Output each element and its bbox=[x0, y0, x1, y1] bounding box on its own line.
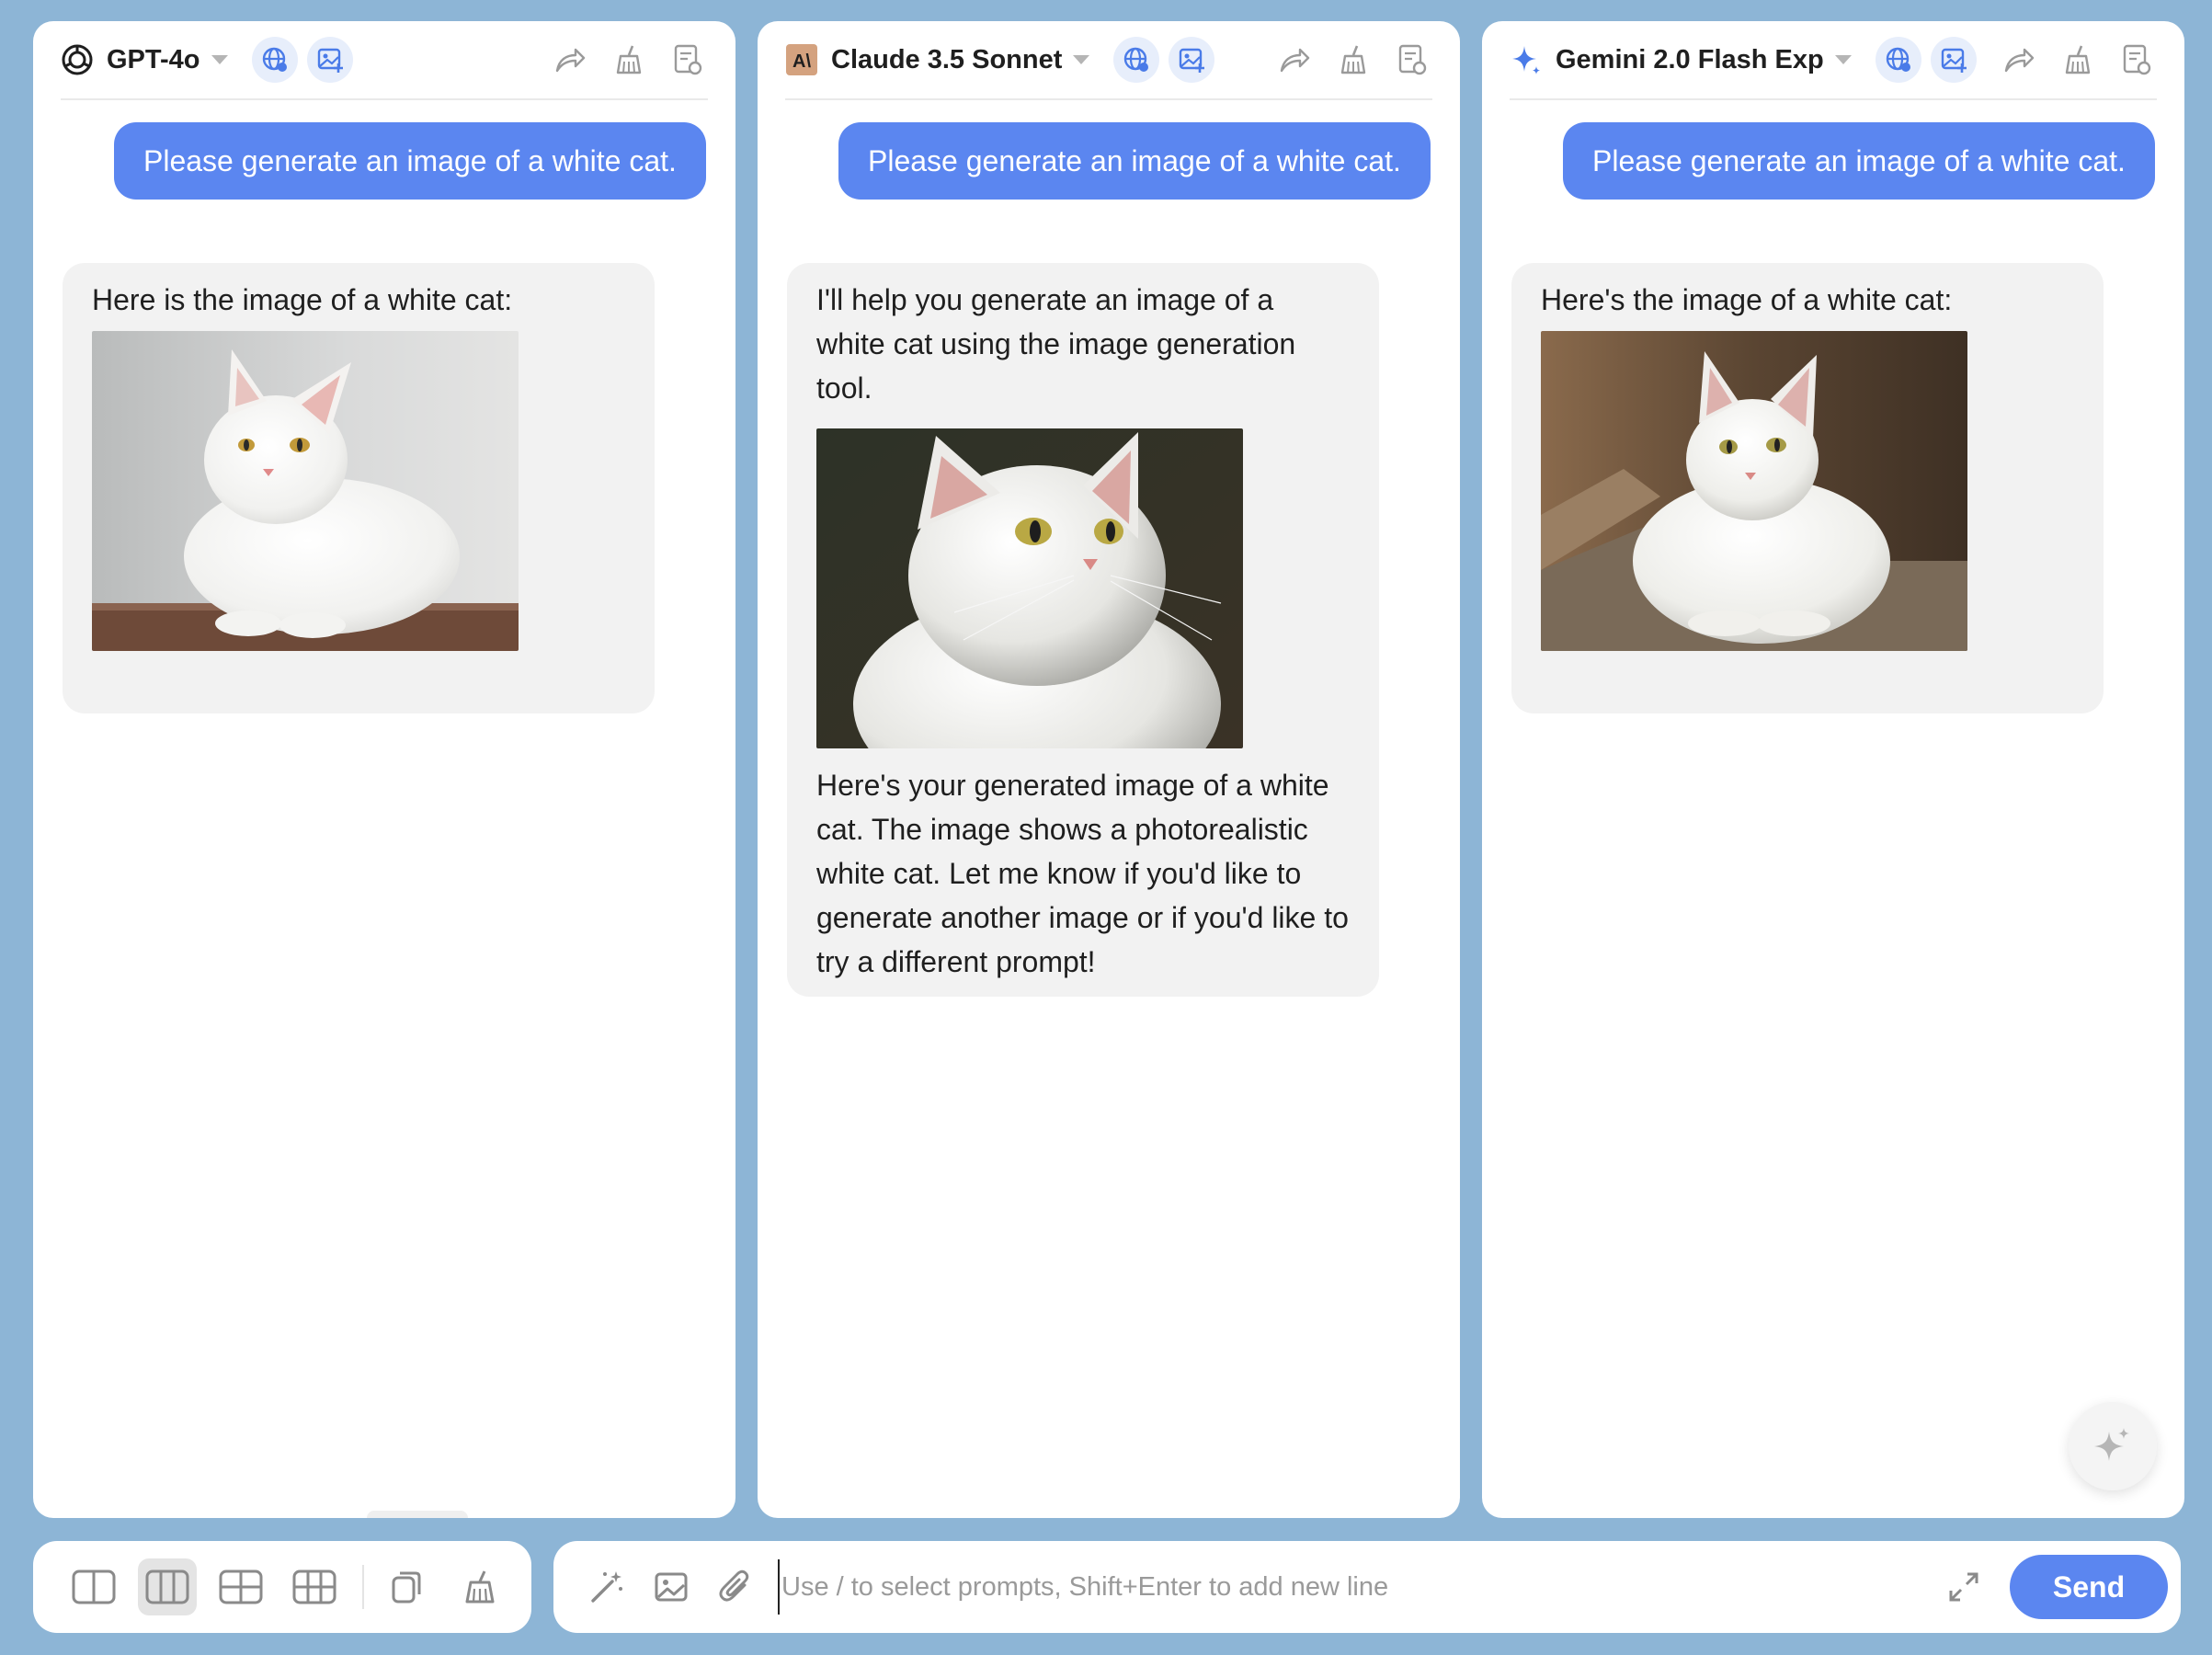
duplicate-button[interactable] bbox=[377, 1558, 436, 1615]
user-message: Please generate an image of a white cat. bbox=[838, 122, 1431, 200]
upload-image-button[interactable] bbox=[649, 1565, 693, 1609]
clear-chat-button[interactable] bbox=[1333, 40, 1374, 80]
clear-all-button[interactable] bbox=[450, 1558, 509, 1615]
magic-wand-icon bbox=[588, 1569, 625, 1605]
globe-icon bbox=[1123, 46, 1150, 74]
prompt-input[interactable] bbox=[778, 1559, 1940, 1615]
openai-logo-icon bbox=[61, 43, 94, 76]
broom-icon bbox=[1337, 43, 1370, 76]
document-settings-icon bbox=[1397, 43, 1428, 76]
gemini-sparkle-icon bbox=[1510, 43, 1543, 76]
layout-two-column-button[interactable] bbox=[64, 1558, 123, 1615]
image-generation-toggle-button[interactable] bbox=[306, 37, 353, 83]
prompt-magic-button[interactable] bbox=[585, 1565, 629, 1609]
assistant-message-text: Here is the image of a white cat: bbox=[92, 283, 513, 316]
chat-settings-button[interactable] bbox=[2116, 40, 2157, 80]
generated-cat-image[interactable] bbox=[1541, 331, 1967, 651]
globe-icon bbox=[261, 46, 289, 74]
panel-header: GPT-4o bbox=[61, 21, 708, 100]
layout-three-column-button[interactable] bbox=[138, 1558, 197, 1615]
web-search-toggle-button[interactable] bbox=[1113, 37, 1160, 83]
panel-header: Gemini 2.0 Flash Exp bbox=[1510, 21, 2157, 100]
chevron-down-icon[interactable] bbox=[211, 55, 228, 64]
web-search-toggle-button[interactable] bbox=[251, 37, 298, 83]
document-settings-icon bbox=[2121, 43, 2152, 76]
anthropic-logo-icon: A\ bbox=[785, 43, 818, 76]
assistant-message: Here's the image of a white cat: bbox=[1511, 263, 2104, 713]
share-button[interactable] bbox=[550, 40, 590, 80]
image-icon bbox=[653, 1569, 690, 1605]
chat-panel-claude: A\ Claude 3.5 Sonnet Please generate an … bbox=[758, 21, 1460, 1518]
broom-icon bbox=[2061, 43, 2094, 76]
share-button[interactable] bbox=[1999, 40, 2039, 80]
expand-icon bbox=[1945, 1569, 1982, 1605]
assistant-message-text: I'll help you generate an image of a whi… bbox=[816, 283, 1296, 405]
generated-cat-image[interactable] bbox=[816, 428, 1243, 748]
globe-icon bbox=[1885, 46, 1912, 74]
image-plus-icon bbox=[1940, 46, 1967, 74]
three-column-layout-icon bbox=[145, 1569, 189, 1605]
message-composer: Send bbox=[553, 1541, 2181, 1633]
web-search-toggle-button[interactable] bbox=[1875, 37, 1921, 83]
chat-settings-button[interactable] bbox=[667, 40, 708, 80]
share-button[interactable] bbox=[1274, 40, 1315, 80]
clear-chat-button[interactable] bbox=[609, 40, 649, 80]
share-arrow-icon bbox=[553, 45, 587, 74]
layout-grid-3x2-button[interactable] bbox=[285, 1558, 344, 1615]
share-arrow-icon bbox=[1278, 45, 1311, 74]
generated-cat-image[interactable] bbox=[92, 331, 519, 651]
send-button[interactable]: Send bbox=[2010, 1555, 2168, 1619]
share-arrow-icon bbox=[2002, 45, 2035, 74]
broom-icon bbox=[462, 1569, 498, 1605]
image-generation-toggle-button[interactable] bbox=[1930, 37, 1977, 83]
model-selector[interactable]: Claude 3.5 Sonnet bbox=[831, 45, 1062, 75]
user-message: Please generate an image of a white cat. bbox=[1563, 122, 2155, 200]
two-column-layout-icon bbox=[72, 1569, 116, 1605]
panel-header: A\ Claude 3.5 Sonnet bbox=[785, 21, 1432, 100]
image-plus-icon bbox=[1178, 46, 1205, 74]
assistant-message: Here is the image of a white cat: bbox=[63, 263, 655, 713]
user-message: Please generate an image of a white cat. bbox=[114, 122, 706, 200]
chevron-down-icon[interactable] bbox=[1834, 55, 1852, 64]
collapse-toggle-button[interactable] bbox=[367, 1511, 468, 1518]
layout-grid-2x2-button[interactable] bbox=[211, 1558, 270, 1615]
chat-panel-gpt4o: GPT-4o Please generate an image of a whi… bbox=[33, 21, 735, 1518]
chat-settings-button[interactable] bbox=[1392, 40, 1432, 80]
grid-3x2-layout-icon bbox=[292, 1569, 336, 1605]
broom-icon bbox=[612, 43, 645, 76]
paperclip-icon bbox=[717, 1569, 754, 1605]
image-generation-toggle-button[interactable] bbox=[1169, 37, 1215, 83]
clear-chat-button[interactable] bbox=[2058, 40, 2098, 80]
chevron-down-icon[interactable] bbox=[1073, 55, 1090, 64]
grid-2x2-layout-icon bbox=[219, 1569, 263, 1605]
model-selector[interactable]: GPT-4o bbox=[107, 45, 200, 75]
model-selector[interactable]: Gemini 2.0 Flash Exp bbox=[1556, 45, 1824, 75]
assistant-message-followup: Here's your generated image of a white c… bbox=[816, 769, 1349, 978]
svg-text:A\: A\ bbox=[792, 51, 811, 72]
image-plus-icon bbox=[316, 46, 344, 74]
assistant-message: I'll help you generate an image of a whi… bbox=[787, 263, 1379, 997]
chat-panel-gemini: Gemini 2.0 Flash Exp Please generate an … bbox=[1482, 21, 2184, 1518]
layout-toolbar bbox=[33, 1541, 531, 1633]
copy-icon bbox=[388, 1569, 425, 1605]
assistant-message-text: Here's the image of a white cat: bbox=[1541, 283, 1953, 316]
attach-file-button[interactable] bbox=[713, 1565, 758, 1609]
ai-assist-button[interactable] bbox=[2069, 1402, 2157, 1490]
document-settings-icon bbox=[672, 43, 703, 76]
sparkle-icon bbox=[2092, 1426, 2133, 1467]
expand-input-button[interactable] bbox=[1940, 1563, 1988, 1611]
toolbar-divider bbox=[362, 1565, 364, 1609]
